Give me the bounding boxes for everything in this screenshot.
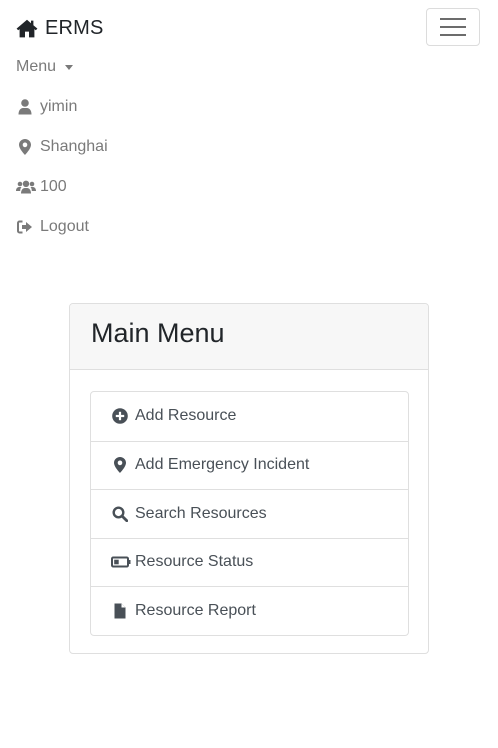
nav-item-logout-label: Logout: [40, 218, 89, 235]
nav-item-location-label: Shanghai: [40, 138, 108, 155]
hamburger-icon: [440, 17, 466, 37]
nav-item-count-label: 100: [40, 178, 67, 195]
user-icon: [16, 99, 33, 115]
menu-item-add-resource-label: Add Resource: [135, 407, 237, 425]
plus-circle-icon: [111, 408, 128, 425]
caret-down-icon: [65, 65, 74, 70]
file-icon: [111, 603, 128, 619]
menu-item-resource-status-label: Resource Status: [135, 553, 254, 571]
main-menu-card-header: Main Menu: [70, 304, 428, 370]
brand-link[interactable]: ERMS: [16, 14, 104, 42]
nav-menu-label: Menu: [16, 58, 57, 75]
brand-label: ERMS: [45, 16, 104, 39]
menu-item-resource-report[interactable]: Resource Report: [91, 586, 408, 635]
nav-menu-dropdown[interactable]: Menu: [16, 55, 74, 79]
menu-item-search-resources[interactable]: Search Resources: [91, 489, 408, 538]
main-menu-list: Add Resource Add Emergency Incident Sear…: [90, 391, 409, 636]
menu-item-add-emergency-incident[interactable]: Add Emergency Incident: [91, 440, 408, 490]
nav-item-count[interactable]: 100: [16, 175, 67, 199]
nav-item-user[interactable]: yimin: [16, 95, 77, 119]
menu-item-add-resource[interactable]: Add Resource: [91, 392, 408, 441]
main-menu-card: Main Menu Add Resource Add Emergency Inc…: [69, 303, 429, 654]
map-marker-icon: [16, 139, 33, 155]
nav-item-user-label: yimin: [40, 98, 78, 115]
sign-out-icon: [16, 219, 33, 235]
menu-item-search-resources-label: Search Resources: [135, 504, 267, 522]
main-menu-title: Main Menu: [91, 318, 225, 348]
map-marker-icon: [111, 457, 128, 474]
search-icon: [111, 506, 128, 522]
navbar: ERMS Menu yimin Shanghai 100 Logout: [0, 0, 498, 255]
home-icon: [16, 18, 38, 38]
menu-item-resource-report-label: Resource Report: [135, 601, 256, 619]
menu-item-add-emergency-incident-label: Add Emergency Incident: [135, 456, 310, 474]
nav-item-logout[interactable]: Logout: [16, 215, 89, 239]
nav-item-location[interactable]: Shanghai: [16, 135, 108, 159]
menu-item-resource-status[interactable]: Resource Status: [91, 537, 408, 587]
battery-icon: [111, 554, 131, 570]
users-icon: [16, 179, 36, 195]
navbar-toggler-button[interactable]: [426, 8, 480, 46]
